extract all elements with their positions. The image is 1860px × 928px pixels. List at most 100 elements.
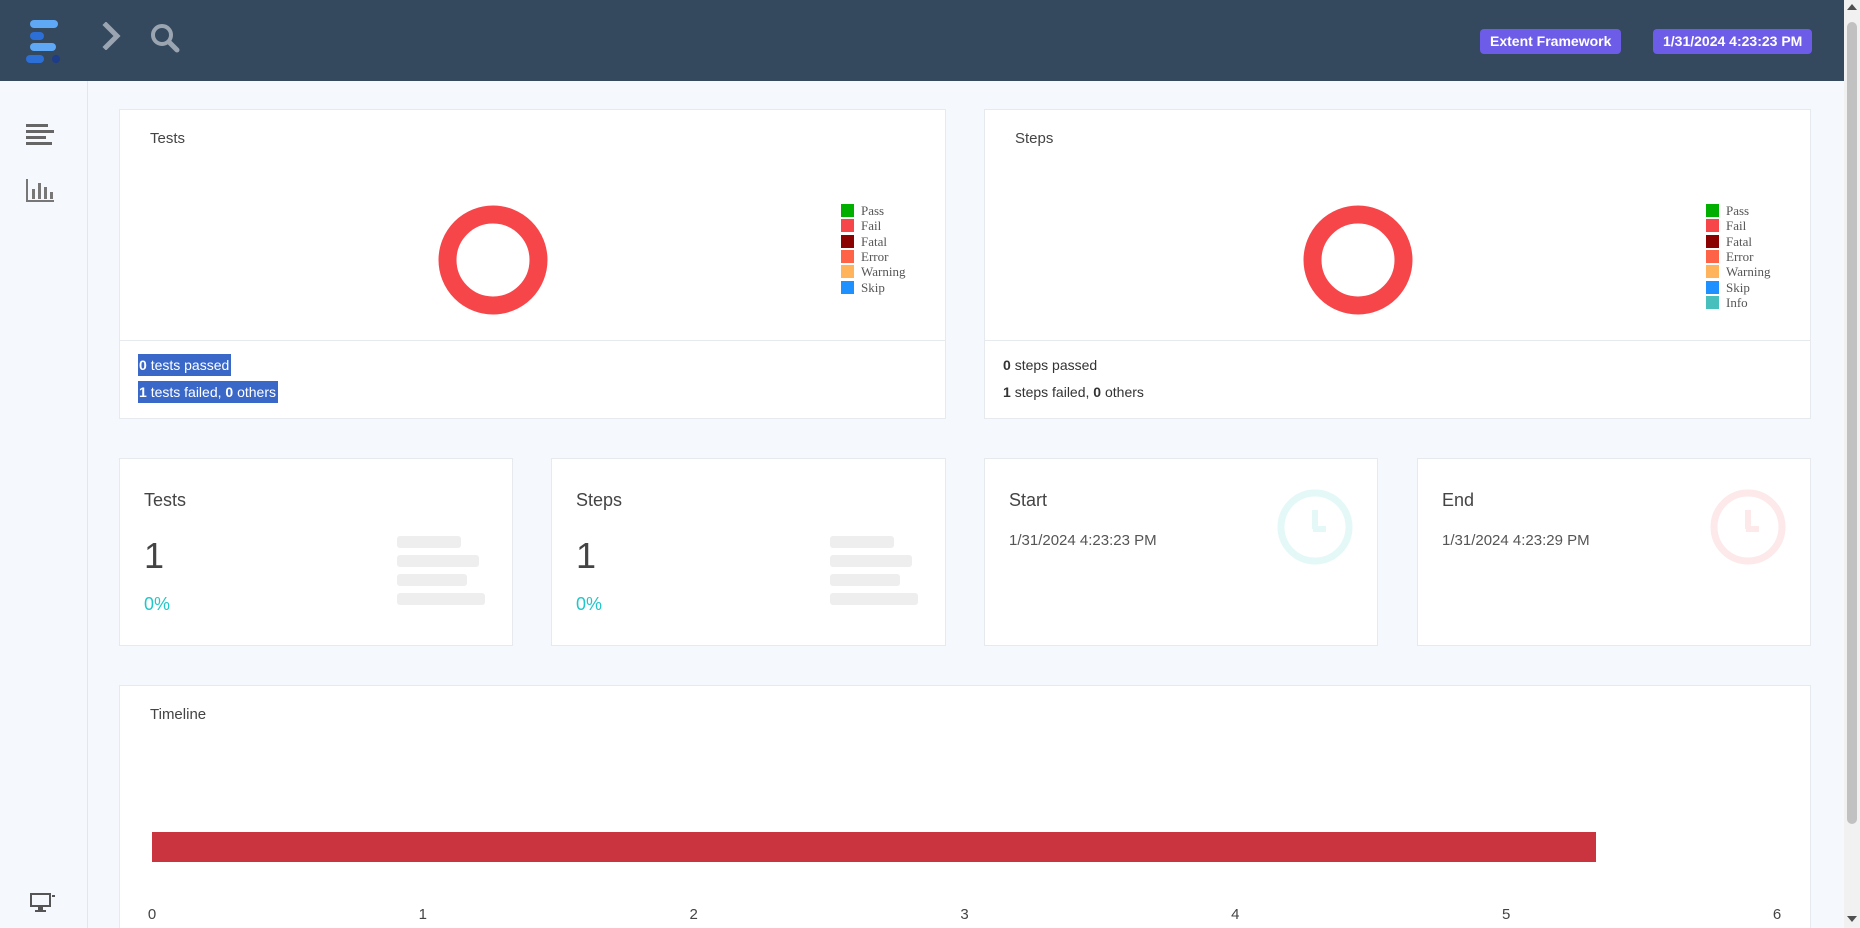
clock-icon bbox=[1277, 489, 1353, 565]
card-title: Tests bbox=[150, 130, 186, 147]
legend-label: Pass bbox=[1726, 203, 1750, 219]
extent-logo-icon[interactable] bbox=[26, 18, 62, 64]
legend-item-error[interactable]: Error bbox=[841, 249, 905, 264]
legend-swatch bbox=[1706, 219, 1719, 233]
legend-item-skip[interactable]: Skip bbox=[841, 279, 905, 295]
desktop-icon[interactable] bbox=[30, 893, 56, 913]
legend-item-warning[interactable]: Warning bbox=[1706, 264, 1770, 279]
x-tick-label: 3 bbox=[960, 906, 969, 923]
legend-swatch bbox=[1706, 265, 1719, 279]
stat-title: Steps bbox=[576, 490, 623, 510]
legend-item-fail[interactable]: Fail bbox=[1706, 218, 1770, 233]
placeholder-bars bbox=[397, 536, 487, 612]
legend-swatch bbox=[1706, 234, 1719, 248]
card-title: Steps bbox=[1015, 130, 1054, 147]
stat-title: End bbox=[1442, 490, 1475, 510]
x-tick-label: 6 bbox=[1772, 906, 1782, 923]
steps-failed-count: 1 bbox=[1003, 384, 1011, 400]
legend-item-pass[interactable]: Pass bbox=[1706, 203, 1770, 218]
legend-item-fatal[interactable]: Fatal bbox=[841, 234, 905, 249]
x-tick-label: 5 bbox=[1501, 906, 1511, 923]
x-tick-label: 1 bbox=[418, 906, 427, 923]
stat-title: Tests bbox=[144, 490, 187, 510]
legend-label: Error bbox=[1726, 249, 1754, 265]
legend-label: Fail bbox=[861, 218, 882, 234]
x-tick-label: 0 bbox=[147, 906, 157, 923]
steps-others-text: others bbox=[1104, 384, 1144, 400]
legend-label: Warning bbox=[1726, 264, 1771, 280]
steps-passed-count: 0 bbox=[1003, 357, 1011, 373]
legend-item-pass[interactable]: Pass bbox=[841, 203, 905, 218]
legend-swatch bbox=[841, 219, 854, 233]
clock-icon bbox=[1710, 489, 1786, 565]
pie-slice-fail bbox=[1303, 205, 1413, 315]
timeline-bar[interactable] bbox=[152, 832, 1596, 862]
steps-failed-text: steps failed, bbox=[1014, 384, 1090, 400]
x-tick-label: 4 bbox=[1231, 906, 1240, 923]
legend-swatch bbox=[1706, 280, 1719, 294]
datetime-badge: 1/31/2024 4:23:23 PM bbox=[1653, 29, 1813, 54]
legend-item-info[interactable]: Info bbox=[1706, 295, 1770, 310]
steps-summary: 0 steps passed 1 steps failed, 0 others bbox=[985, 340, 1810, 418]
start-stat-card: Start 1/31/2024 4:23:23 PM bbox=[984, 458, 1378, 646]
legend-swatch bbox=[1706, 204, 1719, 218]
steps-stat-card: Steps 1 0% bbox=[551, 458, 946, 646]
steps-others-count: 0 bbox=[1093, 384, 1102, 400]
steps-passed-text: steps passed bbox=[1014, 357, 1098, 373]
pie-slice-fail bbox=[438, 205, 548, 315]
legend-label: Error bbox=[861, 249, 889, 265]
legend-item-warning[interactable]: Warning bbox=[841, 264, 905, 279]
framework-badge: Extent Framework bbox=[1480, 29, 1622, 54]
bar-chart-icon[interactable] bbox=[26, 179, 54, 203]
tests-legend: Pass Fail Fatal Error Warning Skip bbox=[841, 203, 905, 295]
steps-legend: Pass Fail Fatal Error Warning Skip Info bbox=[1706, 203, 1770, 310]
steps-donut-chart bbox=[1303, 205, 1413, 315]
tests-chart-card: Tests Pass Fail Fatal Error Warning Skip 0 te… bbox=[119, 109, 946, 419]
timeline-plot: 0 1 2 3 4 5 6 bbox=[148, 686, 1781, 928]
legend-swatch bbox=[841, 234, 854, 248]
stat-count: 1 bbox=[144, 535, 165, 576]
tests-stat-card: Tests 1 0% bbox=[119, 458, 513, 646]
steps-failed-line: 1 steps failed, 0 others bbox=[1003, 384, 1144, 400]
legend-item-fail[interactable]: Fail bbox=[841, 218, 905, 233]
tests-failed-line: 1 tests failed, 0 others bbox=[138, 381, 279, 403]
legend-label: Pass bbox=[861, 203, 885, 219]
legend-item-error[interactable]: Error bbox=[1706, 249, 1770, 264]
start-time: 1/31/2024 4:23:23 PM bbox=[1009, 532, 1157, 549]
legend-item-fatal[interactable]: Fatal bbox=[1706, 234, 1770, 249]
tests-passed-text: tests passed bbox=[150, 357, 230, 373]
scroll-up-arrow-icon[interactable] bbox=[1847, 4, 1857, 10]
x-tick-label: 2 bbox=[689, 906, 698, 923]
legend-label: Fatal bbox=[1726, 233, 1752, 249]
tests-failed-text: tests failed, bbox=[150, 384, 222, 400]
placeholder-bars bbox=[830, 536, 920, 612]
legend-label: Warning bbox=[861, 264, 906, 280]
stat-percent: 0% bbox=[144, 594, 171, 614]
tests-summary: 0 tests passed 1 tests failed, 0 others bbox=[120, 340, 945, 418]
scrollbar-thumb[interactable] bbox=[1847, 22, 1857, 824]
scroll-down-arrow-icon[interactable] bbox=[1847, 916, 1857, 922]
legend-label: Info bbox=[1726, 294, 1748, 310]
tests-failed-count: 1 bbox=[139, 384, 147, 400]
legend-item-skip[interactable]: Skip bbox=[1706, 279, 1770, 295]
tests-donut-chart bbox=[438, 205, 548, 315]
tests-passed-count: 0 bbox=[139, 357, 147, 373]
stat-percent: 0% bbox=[576, 594, 603, 614]
legend-label: Fatal bbox=[861, 233, 887, 249]
legend-swatch bbox=[841, 280, 854, 294]
chevron-right-icon[interactable] bbox=[100, 22, 126, 50]
legend-label: Skip bbox=[1726, 279, 1750, 295]
tests-others-count: 0 bbox=[225, 384, 234, 400]
legend-label: Skip bbox=[861, 279, 885, 295]
stat-count: 1 bbox=[576, 535, 597, 576]
top-bar: Extent Framework 1/31/2024 4:23:23 PM bbox=[0, 0, 1844, 81]
vertical-scrollbar[interactable] bbox=[1844, 0, 1860, 928]
align-left-icon[interactable] bbox=[26, 123, 54, 145]
steps-passed-line: 0 steps passed bbox=[1003, 357, 1097, 373]
legend-swatch bbox=[1706, 295, 1719, 309]
tests-others-text: others bbox=[237, 384, 277, 400]
stat-title: Start bbox=[1009, 490, 1048, 510]
legend-swatch bbox=[841, 265, 854, 279]
search-icon[interactable] bbox=[149, 22, 181, 54]
end-stat-card: End 1/31/2024 4:23:29 PM bbox=[1417, 458, 1811, 646]
